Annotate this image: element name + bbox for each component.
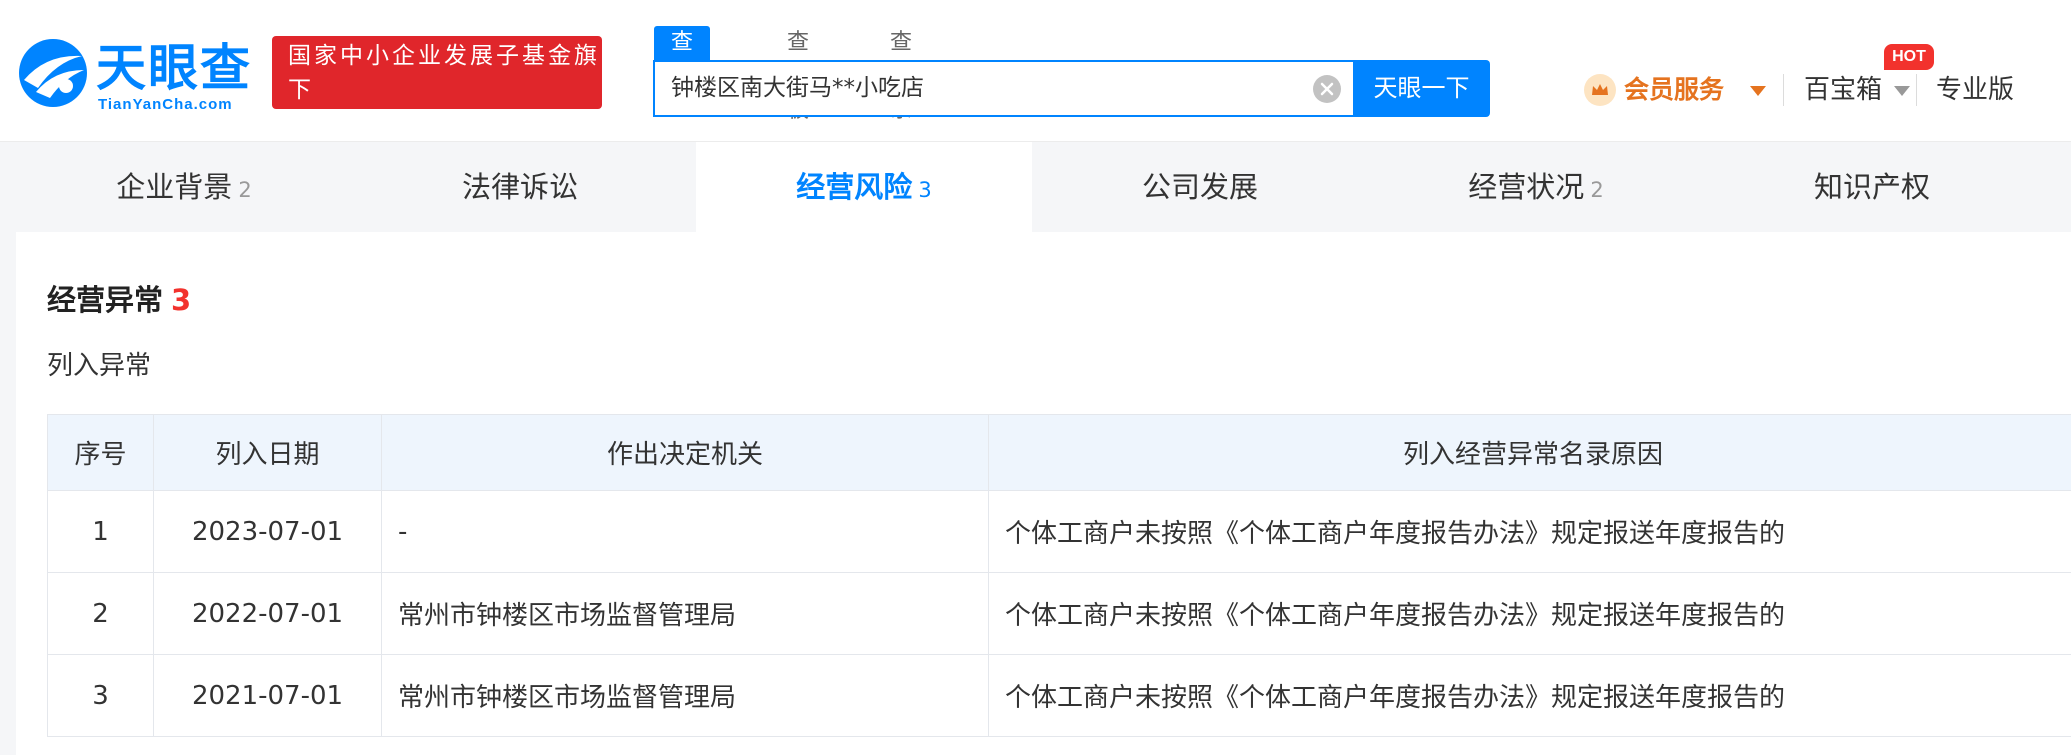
search-tab-company[interactable]: 查公司 [654,26,711,123]
tab-litigation[interactable]: 法律诉讼 [352,142,688,232]
listing-date: 2021-07-01 [153,654,382,737]
decision-authority[interactable]: 常州市钟楼区市场监督管理局 [381,572,989,655]
search-input[interactable]: 钟楼区南大街马**小吃店 [653,60,1353,117]
table-row: 2 2022-07-01 常州市钟楼区市场监督管理局 个体工商户未按照《个体工商… [47,572,2071,655]
slogan-banner: 国家中小企业发展子基金旗下 官方备案企业征信机构 [272,36,602,137]
column-header: 列入经营异常名录原因 [988,414,2071,491]
decision-authority[interactable]: 常州市钟楼区市场监督管理局 [381,654,989,737]
row-index: 1 [47,490,154,573]
listing-date: 2022-07-01 [153,572,382,655]
subsection-title: 列入异常 [47,351,152,381]
crown-icon [1584,74,1616,106]
column-header: 作出决定机关 [381,414,989,491]
column-header: 列入日期 [153,414,382,491]
divider [1916,74,1917,106]
tab-count: 2 [238,178,252,202]
table-header-row: 序号 列入日期 作出决定机关 列入经营异常名录原因 [47,414,2071,491]
tab-count: 3 [918,178,932,202]
search-input-value: 钟楼区南大街马**小吃店 [671,75,924,101]
tab-label: 经营风险 [796,170,913,204]
tab-label: 知识产权 [1813,170,1930,204]
vip-service-label: 会员服务 [1624,75,1725,104]
brand-name: 天眼查 [96,39,252,97]
row-index: 2 [47,572,154,655]
row-index: 3 [47,654,154,737]
tab-label: 法律诉讼 [461,170,578,204]
toolbox-label: 百宝箱 [1804,75,1883,105]
listing-reason: 个体工商户未按照《个体工商户年度报告办法》规定报送年度报告的 [988,654,2071,737]
caret-down-icon [1750,86,1766,96]
column-header: 序号 [47,414,154,491]
abnormal-operation-table: 序号 列入日期 作出决定机关 列入经营异常名录原因 1 2023-07-01 -… [47,414,2071,737]
tab-label: 经营状况 [1468,170,1585,204]
clear-icon[interactable] [1313,75,1341,103]
search-button[interactable]: 天眼一下 [1353,60,1490,117]
section-title: 经营异常 3 [47,280,191,320]
decision-authority: - [381,490,989,573]
top-header: 天眼查 TianYanCha.com 国家中小企业发展子基金旗下 官方备案企业征… [0,0,2071,142]
section-title-text: 经营异常 [47,283,164,317]
tab-ip[interactable]: 知识产权 [1704,142,2040,232]
search-tab-boss[interactable]: 查老板 [787,26,809,123]
page-gutter [0,142,16,755]
listing-reason: 个体工商户未按照《个体工商户年度报告办法》规定报送年度报告的 [988,490,2071,573]
tab-business-risk[interactable]: 经营风险 3 [696,142,1032,232]
listing-date: 2023-07-01 [153,490,382,573]
tab-label: 公司发展 [1141,170,1258,204]
logo[interactable]: 天眼查 TianYanCha.com [16,36,256,116]
caret-down-icon [1894,86,1910,96]
brand-domain: TianYanCha.com [98,96,233,113]
slogan-line-1: 国家中小企业发展子基金旗下 [288,43,600,103]
section-count: 3 [171,283,192,317]
table-row: 1 2023-07-01 - 个体工商户未按照《个体工商户年度报告办法》规定报送… [47,490,2071,573]
tab-background[interactable]: 企业背景 2 [16,142,352,232]
tab-count: 2 [1590,178,1604,202]
slogan-line-2: 官方备案企业征信机构 [288,111,548,137]
eye-logo-icon [19,39,87,107]
pro-version-link[interactable]: 专业版 [1936,72,2014,108]
table-row: 3 2021-07-01 常州市钟楼区市场监督管理局 个体工商户未按照《个体工商… [47,654,2071,737]
divider [1783,74,1784,106]
hot-badge: HOT [1884,44,1934,70]
module-tabs: 企业背景 2 法律诉讼 经营风险 3 公司发展 经营状况 2 知识产权 [16,142,2071,232]
tab-operation-status[interactable]: 经营状况 2 [1368,142,1704,232]
search-tab-relation[interactable]: 查关系 [890,26,912,123]
tab-label: 企业背景 [116,170,233,204]
listing-reason: 个体工商户未按照《个体工商户年度报告办法》规定报送年度报告的 [988,572,2071,655]
tab-development[interactable]: 公司发展 [1032,142,1368,232]
